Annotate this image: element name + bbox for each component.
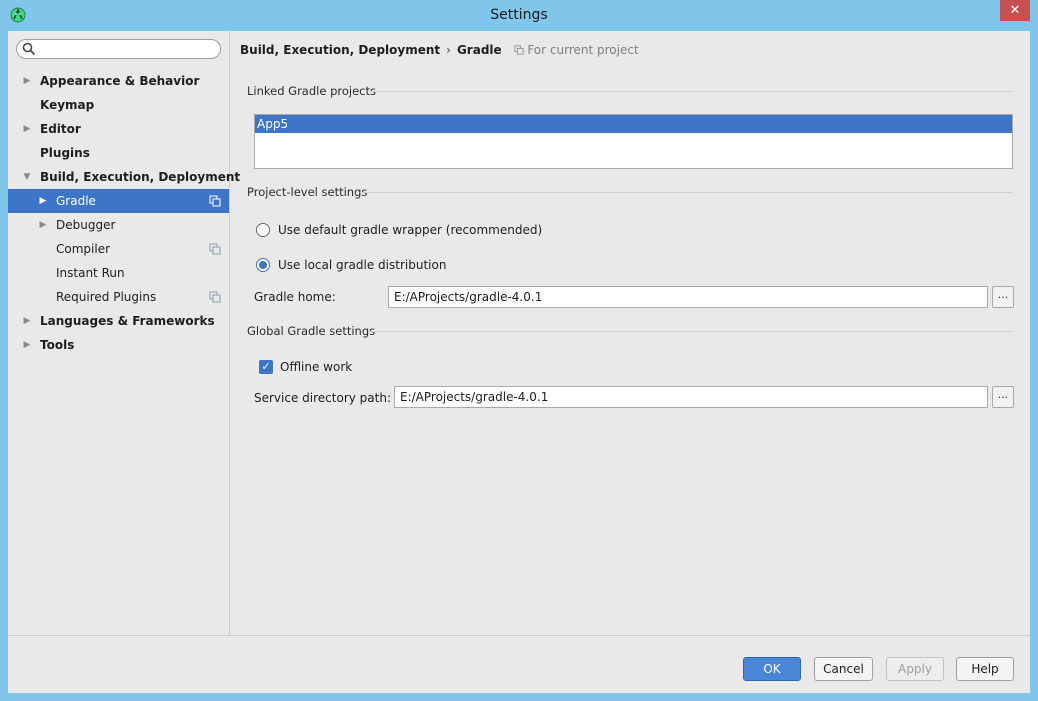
offline-work-checkbox[interactable]: ✓ <box>259 360 273 374</box>
section-divider <box>370 91 1013 92</box>
settings-window: Settings ✕ ▶ Appearance & Behavior Keyma… <box>0 0 1038 701</box>
sidebar-item-label: Build, Execution, Deployment <box>40 170 241 184</box>
project-scope-icon <box>513 45 524 55</box>
section-divider <box>360 192 1013 193</box>
search-icon <box>22 42 36 56</box>
service-directory-label: Service directory path: <box>254 391 391 405</box>
sidebar-item-label: Required Plugins <box>56 290 157 304</box>
apply-button[interactable]: Apply <box>886 657 944 681</box>
project-scope-icon <box>209 291 221 303</box>
search-input[interactable] <box>39 41 219 59</box>
sidebar-item-compiler[interactable]: Compiler <box>8 237 229 261</box>
close-icon: ✕ <box>1009 3 1021 18</box>
settings-sidebar: ▶ Appearance & Behavior Keymap ▶ Editor … <box>8 31 241 635</box>
radio-label: Use local gradle distribution <box>278 258 447 272</box>
sidebar-item-label: Plugins <box>40 146 90 160</box>
sidebar-item-required-plugins[interactable]: Required Plugins <box>8 285 229 309</box>
footer-divider <box>8 635 1030 636</box>
sidebar-item-languages-frameworks[interactable]: ▶ Languages & Frameworks <box>8 309 229 333</box>
radio-label: Use default gradle wrapper (recommended) <box>278 223 543 237</box>
cancel-button[interactable]: Cancel <box>814 657 873 681</box>
collapse-arrow-icon[interactable]: ▼ <box>22 165 32 189</box>
sidebar-item-instant-run[interactable]: Instant Run <box>8 261 229 285</box>
settings-tree: ▶ Appearance & Behavior Keymap ▶ Editor … <box>8 69 241 357</box>
close-button[interactable]: ✕ <box>1000 0 1030 21</box>
sidebar-item-gradle[interactable]: ▶ Gradle <box>8 189 229 213</box>
expand-arrow-icon[interactable]: ▶ <box>22 333 32 357</box>
expand-arrow-icon[interactable]: ▶ <box>22 117 32 141</box>
title-bar[interactable]: Settings ✕ <box>0 0 1038 31</box>
project-scope-label: For current project <box>527 43 639 57</box>
gradle-home-input[interactable]: E:/AProjects/gradle-4.0.1 <box>388 286 988 308</box>
linked-projects-title: Linked Gradle projects <box>247 84 376 98</box>
offline-work-label: Offline work <box>280 360 353 374</box>
sidebar-item-appearance-behavior[interactable]: ▶ Appearance & Behavior <box>8 69 229 93</box>
ok-button[interactable]: OK <box>743 657 801 681</box>
sidebar-item-debugger[interactable]: ▶ Debugger <box>8 213 229 237</box>
sidebar-item-label: Gradle <box>56 194 96 208</box>
breadcrumb: Build, Execution, Deployment › Gradle For … <box>240 43 639 57</box>
sidebar-item-label: Keymap <box>40 98 95 112</box>
sidebar-item-label: Editor <box>40 122 81 136</box>
sidebar-item-label: Debugger <box>56 218 116 232</box>
settings-content: Build, Execution, Deployment › Gradle For … <box>230 31 1030 635</box>
sidebar-item-build-execution-deployment[interactable]: ▼ Build, Execution, Deployment <box>8 165 241 189</box>
project-scope-indicator: For current project <box>513 43 639 57</box>
global-settings-title: Global Gradle settings <box>247 324 376 338</box>
breadcrumb-separator: › <box>446 43 451 57</box>
service-directory-input[interactable]: E:/AProjects/gradle-4.0.1 <box>394 386 988 408</box>
help-button[interactable]: Help <box>956 657 1014 681</box>
sidebar-item-label: Instant Run <box>56 266 125 280</box>
breadcrumb-current: Gradle <box>456 43 502 57</box>
gradle-home-label: Gradle home: <box>254 290 336 304</box>
sidebar-item-plugins[interactable]: Plugins <box>8 141 229 165</box>
radio-button[interactable] <box>256 258 270 272</box>
radio-button[interactable] <box>256 223 270 237</box>
project-scope-icon <box>209 243 221 255</box>
expand-arrow-icon[interactable]: ▶ <box>22 69 32 93</box>
expand-arrow-icon[interactable]: ▶ <box>22 309 32 333</box>
breadcrumb-parent: Build, Execution, Deployment <box>240 43 441 57</box>
sidebar-item-label: Tools <box>40 338 75 352</box>
window-title: Settings <box>490 7 548 23</box>
sidebar-item-tools[interactable]: ▶ Tools <box>8 333 229 357</box>
list-item[interactable]: App5 <box>255 115 1012 133</box>
sidebar-item-editor[interactable]: ▶ Editor <box>8 117 229 141</box>
search-box[interactable] <box>16 39 221 59</box>
expand-arrow-icon[interactable]: ▶ <box>38 213 48 237</box>
linked-projects-list[interactable]: App5 <box>254 114 1013 169</box>
sidebar-item-label: Languages & Frameworks <box>40 314 215 328</box>
project-level-title: Project-level settings <box>247 185 368 199</box>
gradle-home-browse-button[interactable]: ... <box>992 286 1014 308</box>
sidebar-item-label: Compiler <box>56 242 111 256</box>
sidebar-item-keymap[interactable]: Keymap <box>8 93 229 117</box>
sidebar-item-label: Appearance & Behavior <box>40 74 200 88</box>
expand-arrow-icon[interactable]: ▶ <box>38 189 48 213</box>
service-directory-browse-button[interactable]: ... <box>992 386 1014 408</box>
dialog-body: ▶ Appearance & Behavior Keymap ▶ Editor … <box>8 31 1030 693</box>
section-divider <box>368 331 1013 332</box>
project-scope-icon <box>209 195 221 207</box>
